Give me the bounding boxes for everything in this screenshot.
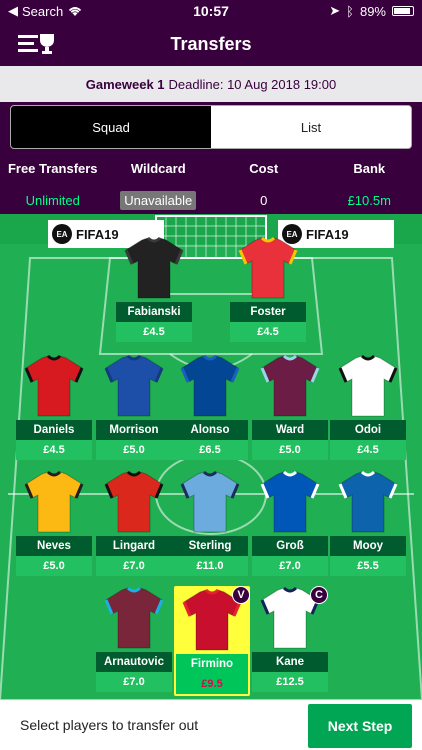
free-transfers-value: Unlimited [25, 192, 80, 208]
player-price: £5.5 [330, 556, 406, 576]
player-arnautovic[interactable]: Arnautovic £7.0 [96, 586, 172, 692]
shirt-icon [338, 354, 398, 417]
player-name: Firmino [176, 654, 248, 674]
page-title: Transfers [170, 33, 252, 54]
player-price: £12.5 [252, 672, 328, 692]
player-name: Groß [252, 536, 328, 556]
player-morrison[interactable]: Morrison £5.0 [96, 354, 172, 460]
player-foster[interactable]: Foster £4.5 [230, 236, 306, 342]
player-mooy[interactable]: Mooy £5.5 [330, 470, 406, 576]
shirt-icon [104, 586, 164, 649]
gameweek-label: Gameweek 1 [85, 76, 165, 92]
ea-logo-icon: EA [52, 224, 72, 244]
clock: 10:57 [193, 3, 229, 19]
player-price: £7.0 [252, 556, 328, 576]
wildcard-status[interactable]: Unavailable [120, 190, 197, 210]
shirt-icon [24, 470, 84, 533]
player-daniels[interactable]: Daniels £4.5 [16, 354, 92, 460]
player-name: Sterling [172, 536, 248, 556]
player-name: Mooy [330, 536, 406, 556]
player-price: £7.0 [96, 556, 172, 576]
player-price: £4.5 [16, 440, 92, 460]
status-bar: ◀ Search 10:57 ➤ ᛒ 89% [0, 0, 422, 22]
tab-list[interactable]: List [211, 106, 411, 148]
player-lingard[interactable]: Lingard £7.0 [96, 470, 172, 576]
player-name: Alonso [172, 420, 248, 440]
next-step-button[interactable]: Next Step [308, 704, 412, 748]
free-transfers-label: Free Transfers [7, 160, 98, 176]
shirt-icon [104, 470, 164, 533]
player-sterling[interactable]: Sterling £11.0 [172, 470, 248, 576]
vice-captain-badge: V [232, 586, 250, 604]
player-ward[interactable]: Ward £5.0 [252, 354, 328, 460]
cost-value: 0 [260, 192, 268, 208]
player-price: £4.5 [230, 322, 306, 342]
app-header: Transfers [0, 22, 422, 66]
player-price: £6.5 [172, 440, 248, 460]
deadline-text: Deadline: 10 Aug 2018 19:00 [168, 76, 337, 92]
player-price: £7.0 [96, 672, 172, 692]
captain-badge: C [310, 586, 328, 604]
wildcard-label: Wildcard [130, 160, 186, 176]
bank-value: £10.5m [347, 192, 391, 208]
cost-label: Cost [249, 160, 279, 176]
player-neves[interactable]: Neves £5.0 [16, 470, 92, 576]
player-name: Odoi [330, 420, 406, 440]
instruction-text: Select players to transfer out [20, 717, 199, 733]
battery-icon [392, 6, 414, 16]
player-price: £5.0 [16, 556, 92, 576]
shirt-icon [180, 470, 240, 533]
player-price: £4.5 [330, 440, 406, 460]
menu-trophy-icon[interactable] [18, 32, 56, 56]
shirt-icon [238, 236, 298, 299]
player-price: £5.0 [96, 440, 172, 460]
player-price: £4.5 [116, 322, 192, 342]
view-toggle: Squad List [10, 105, 412, 149]
shirt-icon [104, 354, 164, 417]
pitch: EA FIFA19 EA FIFA19 Fabianski £4.5 Foster £… [0, 214, 422, 700]
player-price: £9.5 [176, 674, 248, 694]
player-price: £11.0 [172, 556, 248, 576]
bank-label: Bank [353, 160, 386, 176]
tab-squad[interactable]: Squad [11, 106, 211, 148]
player-odoi[interactable]: Odoi £4.5 [330, 354, 406, 460]
ad-text-right: FIFA19 [306, 226, 349, 242]
transfer-stats: Free Transfers Wildcard Cost Bank Unlimi… [0, 154, 422, 214]
player-kane[interactable]: Kane £12.5 C [252, 586, 328, 692]
player-name: Arnautovic [96, 652, 172, 672]
shirt-icon [260, 470, 320, 533]
player-name: Kane [252, 652, 328, 672]
shirt-icon [24, 354, 84, 417]
player-alonso[interactable]: Alonso £6.5 [172, 354, 248, 460]
player-name: Foster [230, 302, 306, 322]
shirt-icon [124, 236, 184, 299]
shirt-icon [180, 354, 240, 417]
player-price: £5.0 [252, 440, 328, 460]
player-name: Ward [252, 420, 328, 440]
player-name: Morrison [96, 420, 172, 440]
player-gro[interactable]: Groß £7.0 [252, 470, 328, 576]
ad-text-left: FIFA19 [76, 226, 119, 242]
player-name: Fabianski [116, 302, 192, 322]
shirt-icon [338, 470, 398, 533]
player-name: Neves [16, 536, 92, 556]
player-name: Daniels [16, 420, 92, 440]
player-firmino[interactable]: Firmino £9.5 V [174, 586, 250, 696]
player-name: Lingard [96, 536, 172, 556]
player-fabianski[interactable]: Fabianski £4.5 [116, 236, 192, 342]
footer-bar: Select players to transfer out Next Step [0, 700, 422, 750]
shirt-icon [260, 354, 320, 417]
deadline-bar: Gameweek 1 Deadline: 10 Aug 2018 19:00 [0, 66, 422, 102]
